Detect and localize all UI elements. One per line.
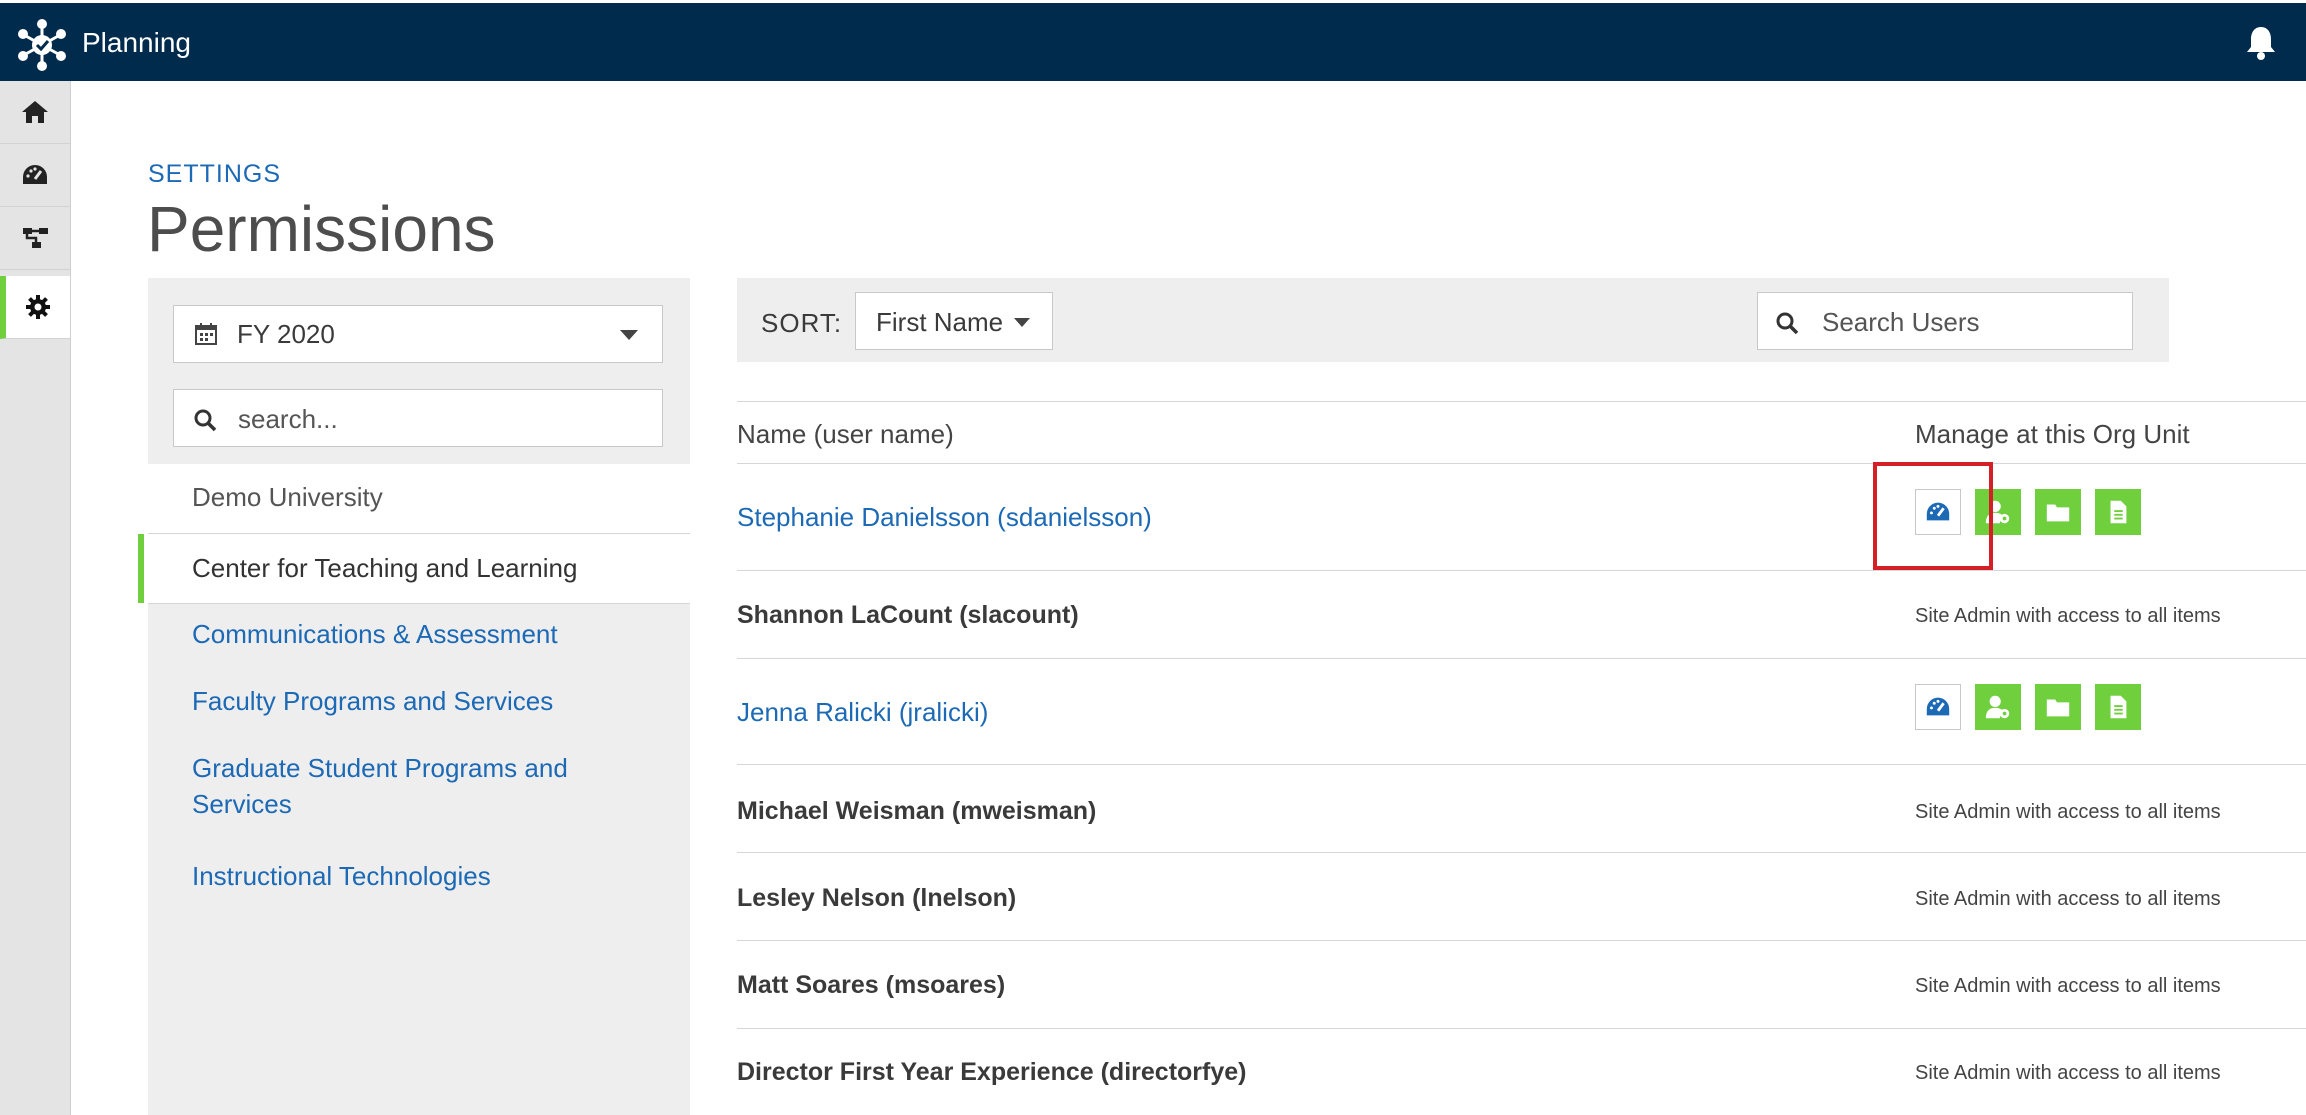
home-icon: [22, 101, 48, 123]
org-tree-panel: FY 2020 Demo University Center for Teach…: [138, 278, 690, 1115]
document-permission-button[interactable]: [2095, 489, 2141, 535]
highlight-box: [1873, 462, 1993, 570]
sort-label: SORT:: [761, 308, 843, 338]
org-item-root[interactable]: Demo University: [148, 464, 690, 533]
document-icon: [2110, 500, 2127, 524]
row-actions: [1915, 684, 2155, 732]
dashboard-icon: [23, 165, 47, 184]
breadcrumb[interactable]: SETTINGS: [148, 160, 281, 189]
table-header-divider: [737, 401, 2306, 402]
column-header-name: Name (user name): [737, 419, 954, 449]
org-item-selected[interactable]: Center for Teaching and Learning: [138, 533, 690, 604]
user-name: Michael Weisman (mweisman): [737, 797, 1097, 825]
chevron-down-icon: [1014, 318, 1030, 327]
org-item-label: Demo University: [192, 482, 383, 512]
fiscal-year-value: FY 2020: [237, 319, 335, 349]
folder-permission-button[interactable]: [2035, 489, 2081, 535]
nav-settings[interactable]: [0, 276, 70, 339]
calendar-icon: [195, 323, 217, 345]
org-item-child[interactable]: Faculty Programs and Services: [192, 683, 642, 719]
side-rail: [0, 81, 71, 1115]
site-admin-note: Site Admin with access to all items: [1915, 888, 2221, 910]
nav-dashboard[interactable]: [0, 144, 70, 207]
settings-icon: [26, 295, 50, 319]
dashboard-permission-button[interactable]: [1915, 684, 1961, 730]
sort-select[interactable]: First Name: [855, 292, 1053, 350]
table-row: Director First Year Experience (director…: [737, 1029, 2306, 1115]
app-title: Planning: [82, 27, 191, 58]
user-name: Lesley Nelson (lnelson): [737, 884, 1017, 912]
app-logo-icon[interactable]: [14, 17, 70, 73]
table-row: Matt Soares (msoares) Site Admin with ac…: [737, 941, 2306, 1029]
org-item-child[interactable]: Instructional Technologies: [192, 858, 642, 894]
site-admin-note: Site Admin with access to all items: [1915, 801, 2221, 823]
search-icon: [194, 409, 217, 432]
user-name: Director First Year Experience (director…: [737, 1058, 1247, 1086]
org-item-label: Center for Teaching and Learning: [192, 553, 578, 583]
folder-icon: [2046, 699, 2070, 717]
user-name-link[interactable]: Stephanie Danielsson (sdanielsson): [737, 502, 1152, 533]
page-title: Permissions: [147, 193, 496, 265]
table-row: Shannon LaCount (slacount) Site Admin wi…: [737, 571, 2306, 659]
user-name: Matt Soares (msoares): [737, 971, 1006, 999]
dashboard-icon: [1926, 697, 1950, 716]
top-bar: Planning: [0, 3, 2306, 81]
sort-value: First Name: [876, 307, 1004, 337]
org-item-child[interactable]: Communications & Assessment: [192, 616, 642, 652]
site-admin-note: Site Admin with access to all items: [1915, 1062, 2221, 1084]
site-admin-note: Site Admin with access to all items: [1915, 605, 2221, 627]
fiscal-year-select[interactable]: FY 2020: [173, 305, 663, 363]
org-search-box: [173, 389, 663, 447]
org-item-child[interactable]: Graduate Student Programs and Services: [192, 750, 642, 822]
org-search-input[interactable]: [236, 400, 640, 438]
user-toolbar: SORT: First Name: [737, 278, 2169, 362]
user-search-input[interactable]: [1820, 303, 2124, 341]
site-admin-note: Site Admin with access to all items: [1915, 975, 2221, 997]
user-settings-permission-button[interactable]: [1975, 684, 2021, 730]
table-row: Jenna Ralicki (jralicki): [737, 659, 2306, 765]
bell-icon[interactable]: [2244, 25, 2278, 61]
table-row: Stephanie Danielsson (sdanielsson): [737, 464, 2306, 571]
nav-home[interactable]: [0, 81, 70, 144]
org-chart-icon: [23, 228, 48, 248]
column-header-manage: Manage at this Org Unit: [1915, 419, 2190, 449]
chevron-down-icon: [620, 330, 638, 340]
document-icon: [2110, 695, 2127, 719]
folder-permission-button[interactable]: [2035, 684, 2081, 730]
user-name: Shannon LaCount (slacount): [737, 601, 1079, 629]
folder-icon: [2046, 504, 2070, 522]
table-row: Michael Weisman (mweisman) Site Admin wi…: [737, 765, 2306, 853]
user-search-box: [1757, 292, 2133, 350]
search-icon: [1776, 312, 1799, 335]
user-name-link[interactable]: Jenna Ralicki (jralicki): [737, 697, 988, 728]
table-row: Lesley Nelson (lnelson) Site Admin with …: [737, 853, 2306, 941]
document-permission-button[interactable]: [2095, 684, 2141, 730]
user-gear-icon: [1985, 695, 2010, 719]
nav-org-chart[interactable]: [0, 207, 70, 270]
